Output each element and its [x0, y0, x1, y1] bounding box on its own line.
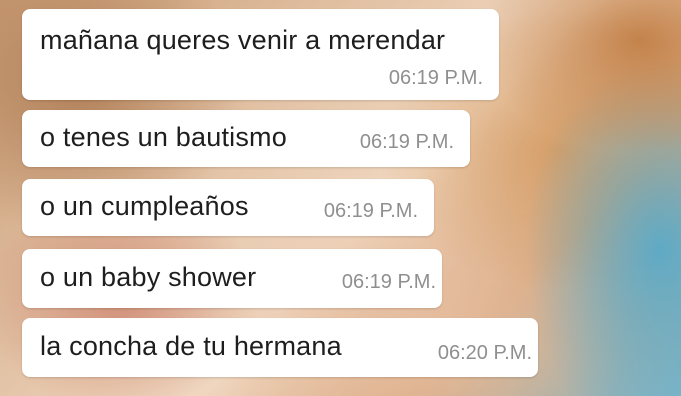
message-text: mañana queres venir a merendar — [40, 25, 446, 55]
message-bubble[interactable]: mañana queres venir a merendar 06:19 P.M… — [22, 9, 499, 100]
message-bubble[interactable]: la concha de tu hermana 06:20 P.M. — [22, 318, 538, 377]
chat-thread: mañana queres venir a merendar 06:19 P.M… — [0, 0, 681, 396]
message-timestamp: 06:20 P.M. — [437, 342, 532, 364]
message-text: o un cumpleaños — [40, 191, 249, 221]
message-text: la concha de tu hermana — [40, 331, 342, 361]
message-bubble[interactable]: o tenes un bautismo 06:19 P.M. — [22, 110, 470, 167]
message-text: o tenes un bautismo — [40, 122, 287, 152]
message-bubble[interactable]: o un cumpleaños 06:19 P.M. — [22, 179, 434, 236]
message-timestamp: 06:19 P.M. — [359, 131, 454, 153]
message-bubble[interactable]: o un baby shower 06:19 P.M. — [22, 249, 442, 308]
message-text: o un baby shower — [40, 262, 257, 292]
message-timestamp: 06:19 P.M. — [341, 271, 436, 293]
message-timestamp: 06:19 P.M. — [388, 67, 483, 89]
message-timestamp: 06:19 P.M. — [323, 200, 418, 222]
